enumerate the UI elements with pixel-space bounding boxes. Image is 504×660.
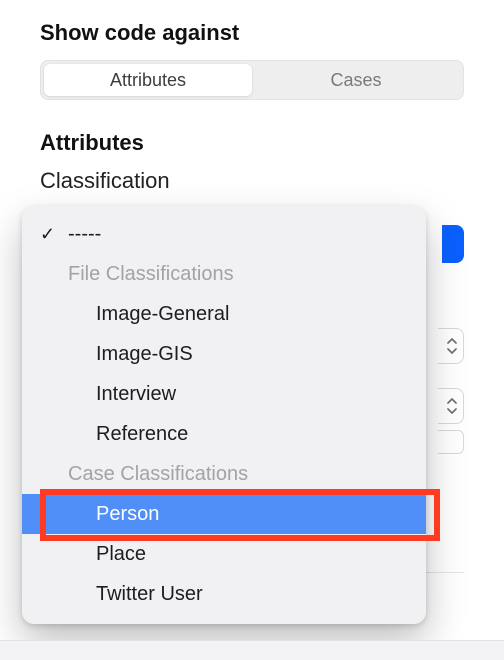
dropdown-group-case-classifications: Case Classifications <box>22 454 426 494</box>
dropdown-group-file-classifications: File Classifications <box>22 254 426 294</box>
checkmark-icon: ✓ <box>40 224 68 245</box>
dropdown-item-place[interactable]: Place <box>22 534 426 574</box>
hidden-field-edge <box>438 430 464 454</box>
dropdown-item-reference[interactable]: Reference <box>22 414 426 454</box>
classification-select-indicator[interactable] <box>442 225 464 263</box>
dropdown-item-image-gis[interactable]: Image-GIS <box>22 334 426 374</box>
section-title: Show code against <box>40 20 464 46</box>
chevron-updown-icon <box>447 338 457 354</box>
segment-cases[interactable]: Cases <box>252 64 460 96</box>
bottom-bar <box>0 640 504 660</box>
attributes-title: Attributes <box>40 130 464 156</box>
chevron-updown-icon <box>447 398 457 414</box>
dropdown-item-person[interactable]: Person <box>22 494 426 534</box>
segmented-control: Attributes Cases <box>40 60 464 100</box>
dropdown-item-twitter-user[interactable]: Twitter User <box>22 574 426 614</box>
hidden-select-1[interactable] <box>438 328 464 364</box>
classification-label: Classification <box>40 168 464 194</box>
segment-attributes[interactable]: Attributes <box>44 64 252 96</box>
dropdown-item-none[interactable]: ✓ ----- <box>22 214 426 254</box>
dropdown-item-image-general[interactable]: Image-General <box>22 294 426 334</box>
classification-dropdown: ✓ ----- File Classifications Image-Gener… <box>22 206 426 624</box>
dropdown-item-interview[interactable]: Interview <box>22 374 426 414</box>
hidden-select-2[interactable] <box>438 388 464 424</box>
dropdown-item-label: ----- <box>68 223 426 246</box>
